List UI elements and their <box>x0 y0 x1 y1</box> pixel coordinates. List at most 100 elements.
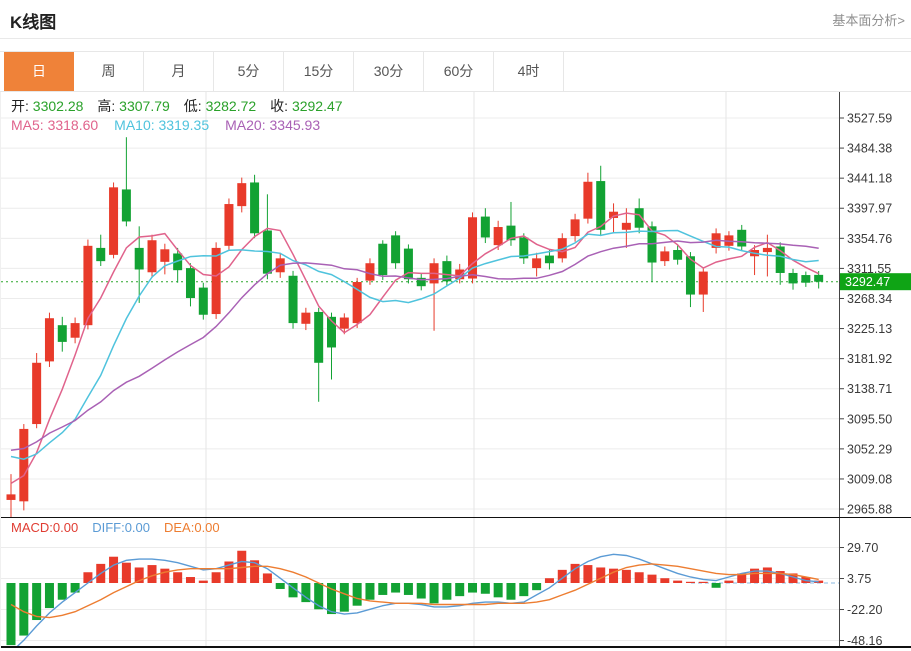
ohlc-label: 开: <box>11 98 33 114</box>
candle-body <box>814 274 824 282</box>
macd-canvas[interactable]: 29.70 3.75 -22.20 -48.16 <box>1 517 911 648</box>
candle-body <box>801 275 811 283</box>
macd-hist-bar <box>57 583 67 600</box>
candle-body <box>160 249 170 262</box>
candle-body <box>224 204 234 246</box>
current-price-badge-label: 3292.47 <box>845 275 890 289</box>
ohlc-label: 高: <box>97 98 120 114</box>
tab-30分[interactable]: 30分 <box>354 52 424 91</box>
macd-hist-bar <box>173 572 183 583</box>
ma-legend-item: MA20: 3345.93 <box>225 117 321 133</box>
candle-body <box>57 325 67 342</box>
candle-body <box>109 187 119 255</box>
macd-tick-label: -48.16 <box>847 634 882 648</box>
macd-hist-bar <box>442 583 452 600</box>
ohlc-label: 低: <box>183 98 206 114</box>
price-tick-label: 3181.92 <box>847 352 892 366</box>
macd-hist-bar <box>365 583 375 600</box>
candle-body <box>788 272 798 284</box>
price-tick-label: 3484.38 <box>847 142 892 156</box>
macd-hist-bar <box>32 583 42 621</box>
macd-hist-bar <box>647 574 657 583</box>
candle-body <box>96 247 106 262</box>
price-tick-label: 2965.88 <box>847 503 892 517</box>
ohlc-value: 3302.28 <box>32 98 84 114</box>
ohlc-value: 3282.72 <box>205 98 257 114</box>
tab-月[interactable]: 月 <box>144 52 214 91</box>
macd-legend-item: MACD:0.00 <box>11 520 79 535</box>
candle-body <box>570 219 580 237</box>
macd-hist-bar <box>6 583 16 646</box>
candle-body <box>250 182 260 234</box>
macd-hist-bar <box>519 583 529 597</box>
macd-hist-bar <box>339 583 349 612</box>
macd-hist-bar <box>673 580 683 583</box>
price-tick-label: 3268.34 <box>847 292 892 306</box>
candle-body <box>378 243 388 276</box>
tab-日[interactable]: 日 <box>4 52 74 91</box>
candle-body <box>762 247 772 253</box>
macd-hist-bar <box>724 580 734 583</box>
macd-hist-bar <box>762 567 772 583</box>
macd-hist-bar <box>544 578 554 583</box>
macd-hist-bar <box>275 583 285 589</box>
price-tick-label: 3095.50 <box>847 412 892 426</box>
tab-15分[interactable]: 15分 <box>284 52 354 91</box>
ohlc-label: 收: <box>270 98 292 114</box>
fundamental-analysis-link[interactable]: 基本面分析> <box>832 10 905 29</box>
macd-hist-bar <box>147 565 157 583</box>
macd-hist-bar <box>634 572 644 583</box>
candle-body <box>19 428 29 502</box>
price-tick-label: 3138.71 <box>847 382 892 396</box>
chart-area: 开: 3302.28 高: 3307.79 低: 3282.72 收: 3292.47… <box>0 92 911 648</box>
macd-hist-bar <box>685 581 695 583</box>
candle-body <box>339 317 349 329</box>
candle-body <box>621 222 631 230</box>
macd-hist-bar <box>70 583 80 593</box>
candle-body <box>70 323 80 338</box>
candle-body <box>185 268 195 299</box>
macd-hist-bar <box>698 581 708 583</box>
macd-hist-bar <box>660 578 670 583</box>
candle-body <box>301 312 311 324</box>
candle-body <box>480 216 490 238</box>
candle-body <box>288 275 298 324</box>
price-tick-label: 3527.59 <box>847 112 892 126</box>
macd-hist-bar <box>711 583 721 588</box>
macd-tick-label: -22.20 <box>847 603 882 617</box>
tab-4时[interactable]: 4时 <box>494 52 564 91</box>
price-tick-label: 3052.29 <box>847 442 892 456</box>
header: K线图 基本面分析> <box>0 0 911 39</box>
macd-hist-bar <box>621 569 631 583</box>
candle-body <box>583 181 593 219</box>
macd-hist-bar <box>493 583 503 598</box>
macd-hist-bar <box>352 583 362 606</box>
macd-hist-bar <box>121 562 131 583</box>
macd-hist-bar <box>480 583 490 594</box>
candle-body <box>237 183 247 207</box>
tab-60分[interactable]: 60分 <box>424 52 494 91</box>
macd-hist-bar <box>211 572 221 583</box>
tab-周[interactable]: 周 <box>74 52 144 91</box>
period-tabs: 日周月 5分 15分 30分 60分 4时 <box>0 51 911 92</box>
macd-hist-bar <box>403 583 413 595</box>
macd-hist-bar <box>378 583 388 595</box>
main-candlestick-canvas[interactable]: 3527.593484.383441.183397.973354.763311.… <box>1 92 911 517</box>
diff-line <box>14 553 819 648</box>
ma-legend: MA5: 3318.60 MA10: 3319.35 MA20: 3345.93 <box>11 117 336 133</box>
macd-hist-bar <box>44 583 54 609</box>
price-tick-label: 3441.18 <box>847 172 892 186</box>
ohlc-legend: 开: 3302.28 高: 3307.79 低: 3282.72 收: 3292.47 <box>11 96 357 116</box>
macd-hist-bar <box>109 556 119 583</box>
macd-hist-bar <box>185 577 195 583</box>
macd-hist-bar <box>429 583 439 604</box>
macd-hist-bar <box>391 583 401 593</box>
macd-hist-bar <box>160 568 170 583</box>
candle-body <box>660 251 670 262</box>
candle-body <box>737 229 747 247</box>
candle-body <box>32 362 42 425</box>
candle-body <box>6 494 16 500</box>
ma5-line <box>10 212 820 485</box>
macd-hist-bar <box>532 583 542 591</box>
tab-5分[interactable]: 5分 <box>214 52 284 91</box>
